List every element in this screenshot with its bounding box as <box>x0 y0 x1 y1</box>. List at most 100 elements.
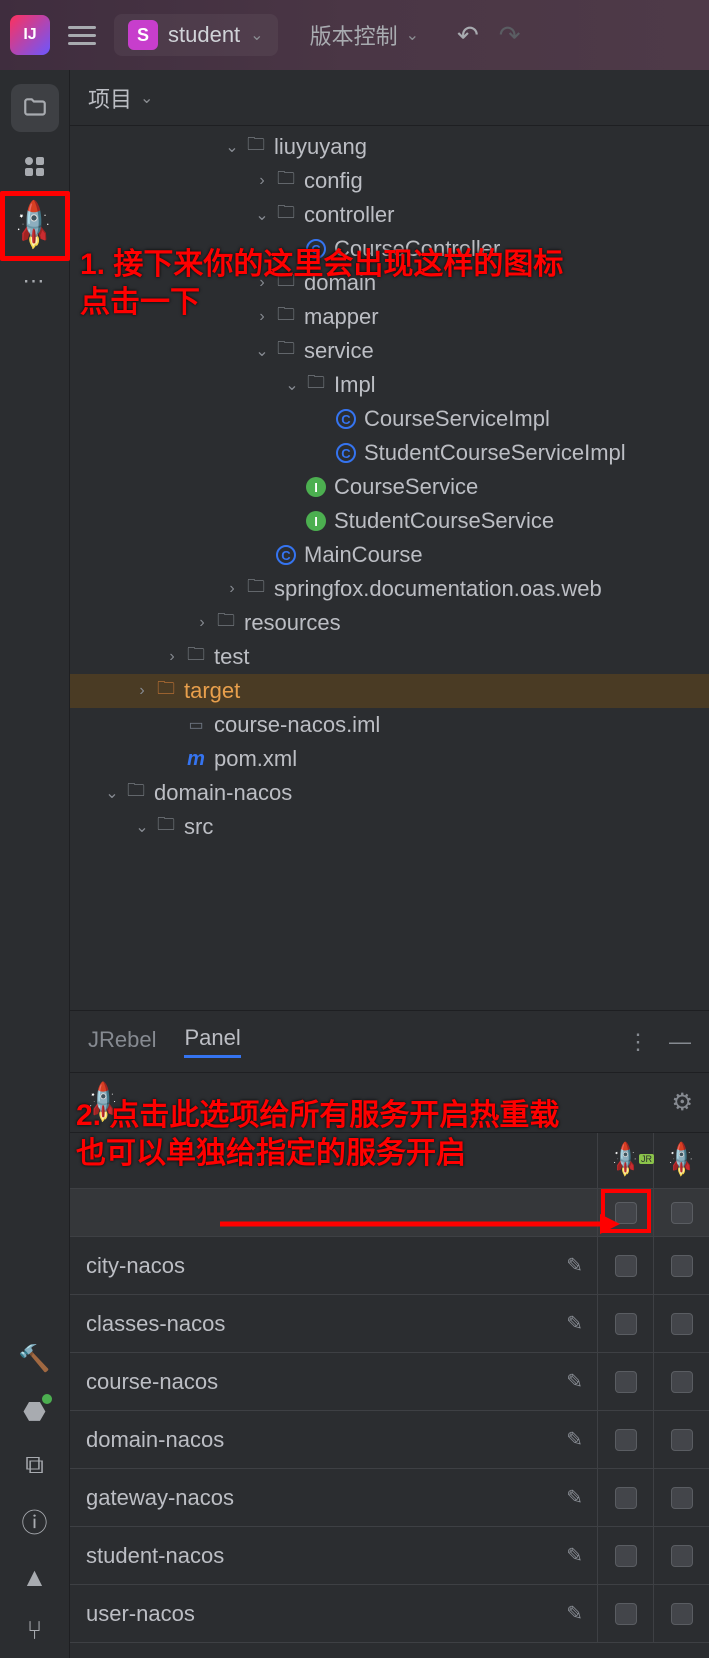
xrebel-enable-checkbox[interactable] <box>671 1429 693 1451</box>
chevron-down-icon: ⌄ <box>406 25 419 45</box>
xrebel-enable-checkbox[interactable] <box>671 1545 693 1567</box>
vcs-menu[interactable]: 版本控制 ⌄ <box>310 19 419 51</box>
jrebel-enable-checkbox[interactable] <box>615 1255 637 1277</box>
project-tool-button[interactable] <box>11 84 59 132</box>
tree-item[interactable]: CCourseController <box>70 232 709 266</box>
xrebel-enable-checkbox[interactable] <box>671 1487 693 1509</box>
tree-arrow-icon: ⌄ <box>250 205 274 225</box>
jrebel-enable-checkbox[interactable] <box>615 1429 637 1451</box>
tree-label: resources <box>244 610 341 636</box>
jrebel-enable-checkbox[interactable] <box>615 1603 637 1625</box>
services-tool-button[interactable]: ⬣ <box>23 1396 46 1427</box>
edit-icon[interactable]: ✎ <box>566 1369 583 1394</box>
tree-label: target <box>184 678 240 704</box>
tree-item[interactable]: ›🗀config <box>70 164 709 198</box>
structure-icon <box>25 157 44 176</box>
tree-item[interactable]: CCourseServiceImpl <box>70 402 709 436</box>
main-menu-button[interactable] <box>68 26 96 45</box>
tree-item[interactable]: ›🗀springfox.documentation.oas.web <box>70 572 709 606</box>
build-tool-button[interactable]: 🔨 <box>18 1343 50 1374</box>
more-tools-button[interactable]: ⋯ <box>23 268 47 294</box>
jrebel-panel: JRebel Panel ⋮ — 🚀 ⚙ 2. 点击此选项给所有服务开启热重载 … <box>70 1010 709 1658</box>
tree-item[interactable]: mpom.xml <box>70 742 709 776</box>
terminal-tool-button[interactable]: ⧉ <box>25 1449 44 1481</box>
jrebel-module-row: gateway-nacos ✎ <box>70 1469 709 1527</box>
tree-arrow-icon: › <box>190 614 214 632</box>
tree-label: service <box>304 338 374 364</box>
module-name: user-nacos <box>86 1601 566 1627</box>
edit-icon[interactable]: ✎ <box>566 1427 583 1452</box>
xrebel-enable-checkbox[interactable] <box>671 1603 693 1625</box>
xrebel-enable-checkbox[interactable] <box>671 1313 693 1335</box>
jrebel-module-row: course-nacos ✎ <box>70 1353 709 1411</box>
jrebel-enable-checkbox[interactable] <box>615 1371 637 1393</box>
tree-item[interactable]: ⌄🗀service <box>70 334 709 368</box>
tree-item[interactable]: CStudentCourseServiceImpl <box>70 436 709 470</box>
jrebel-cloud-column-icon: 🚀 <box>661 1140 703 1182</box>
project-tree: 1. 接下来你的这里会出现这样的图标 点击一下 ⌄🗀liuyuyang›🗀con… <box>70 126 709 1010</box>
tree-label: test <box>214 644 249 670</box>
tree-item[interactable]: ⌄🗀Impl <box>70 368 709 402</box>
jrebel-enable-checkbox[interactable] <box>615 1313 637 1335</box>
tree-item[interactable]: CMainCourse <box>70 538 709 572</box>
tree-arrow-icon: ⌄ <box>100 783 124 803</box>
tree-item[interactable]: ⌄🗀controller <box>70 198 709 232</box>
problems-tool-button[interactable]: ⓘ <box>21 1503 47 1540</box>
edit-icon[interactable]: ✎ <box>566 1311 583 1336</box>
tree-label: course-nacos.iml <box>214 712 380 738</box>
module-name: classes-nacos <box>86 1311 566 1337</box>
tree-label: StudentCourseService <box>334 508 554 534</box>
tree-arrow-icon: › <box>250 172 274 190</box>
structure-tool-button[interactable] <box>11 142 59 190</box>
tree-arrow-icon: ⌄ <box>130 817 154 837</box>
tree-item[interactable]: ›🗀mapper <box>70 300 709 334</box>
git-tool-button[interactable]: ⑂ <box>27 1615 43 1646</box>
module-name: city-nacos <box>86 1253 566 1279</box>
xrebel-enable-checkbox[interactable] <box>671 1371 693 1393</box>
tree-item[interactable]: ⌄🗀domain-nacos <box>70 776 709 810</box>
jrebel-modules-table: city-nacos ✎ classes-nacos ✎ course-naco… <box>70 1237 709 1658</box>
tree-item[interactable]: ⌄🗀src <box>70 810 709 844</box>
tree-arrow-icon: › <box>130 682 154 700</box>
tree-item[interactable]: ›🗀target <box>70 674 709 708</box>
tree-label: liuyuyang <box>274 134 367 160</box>
jrebel-enable-checkbox[interactable] <box>615 1487 637 1509</box>
tree-arrow-icon: ⌄ <box>220 137 244 157</box>
tree-item[interactable]: ›🗀test <box>70 640 709 674</box>
edit-icon[interactable]: ✎ <box>566 1253 583 1278</box>
xrebel-enable-checkbox[interactable] <box>671 1255 693 1277</box>
jrebel-enable-checkbox[interactable] <box>615 1545 637 1567</box>
tree-item[interactable]: ICourseService <box>70 470 709 504</box>
edit-icon[interactable]: ✎ <box>566 1601 583 1626</box>
left-tool-rail: 🚀 ⋯ 🔨 ⬣ ⧉ ⓘ ▲ ⑂ <box>0 70 70 1658</box>
tree-label: CourseService <box>334 474 478 500</box>
project-panel-header[interactable]: 项目 ⌄ <box>70 70 709 126</box>
tree-item[interactable]: IStudentCourseService <box>70 504 709 538</box>
warnings-tool-button[interactable]: ▲ <box>22 1562 48 1593</box>
jrebel-column-icon: 🚀JR <box>605 1140 647 1182</box>
tab-panel[interactable]: Panel <box>184 1025 240 1058</box>
app-icon: IJ <box>10 15 50 55</box>
gear-icon[interactable]: ⚙ <box>671 1088 693 1117</box>
tree-label: CourseController <box>334 236 500 262</box>
undo-button[interactable]: ↶ <box>457 20 479 51</box>
jrebel-tabs: JRebel Panel ⋮ — <box>70 1011 709 1073</box>
edit-icon[interactable]: ✎ <box>566 1543 583 1568</box>
tree-item[interactable]: ⌄🗀liuyuyang <box>70 130 709 164</box>
select-all-xrebel-checkbox[interactable] <box>671 1202 693 1224</box>
tab-jrebel[interactable]: JRebel <box>88 1027 156 1057</box>
tree-item[interactable]: ▭course-nacos.iml <box>70 708 709 742</box>
tree-item[interactable]: ›🗀domain <box>70 266 709 300</box>
edit-icon[interactable]: ✎ <box>566 1485 583 1510</box>
jrebel-module-row: domain-nacos ✎ <box>70 1411 709 1469</box>
module-name: student-nacos <box>86 1543 566 1569</box>
chevron-down-icon: ⌄ <box>140 88 153 108</box>
tree-item[interactable]: ›🗀resources <box>70 606 709 640</box>
jrebel-tool-button[interactable]: 🚀 <box>9 200 61 252</box>
panel-menu-button[interactable]: ⋮ <box>627 1029 649 1055</box>
tree-label: src <box>184 814 213 840</box>
redo-button[interactable]: ↷ <box>499 20 521 51</box>
tree-label: springfox.documentation.oas.web <box>274 576 602 602</box>
run-config-selector[interactable]: S student ⌄ <box>114 14 278 56</box>
panel-minimize-button[interactable]: — <box>669 1029 691 1055</box>
